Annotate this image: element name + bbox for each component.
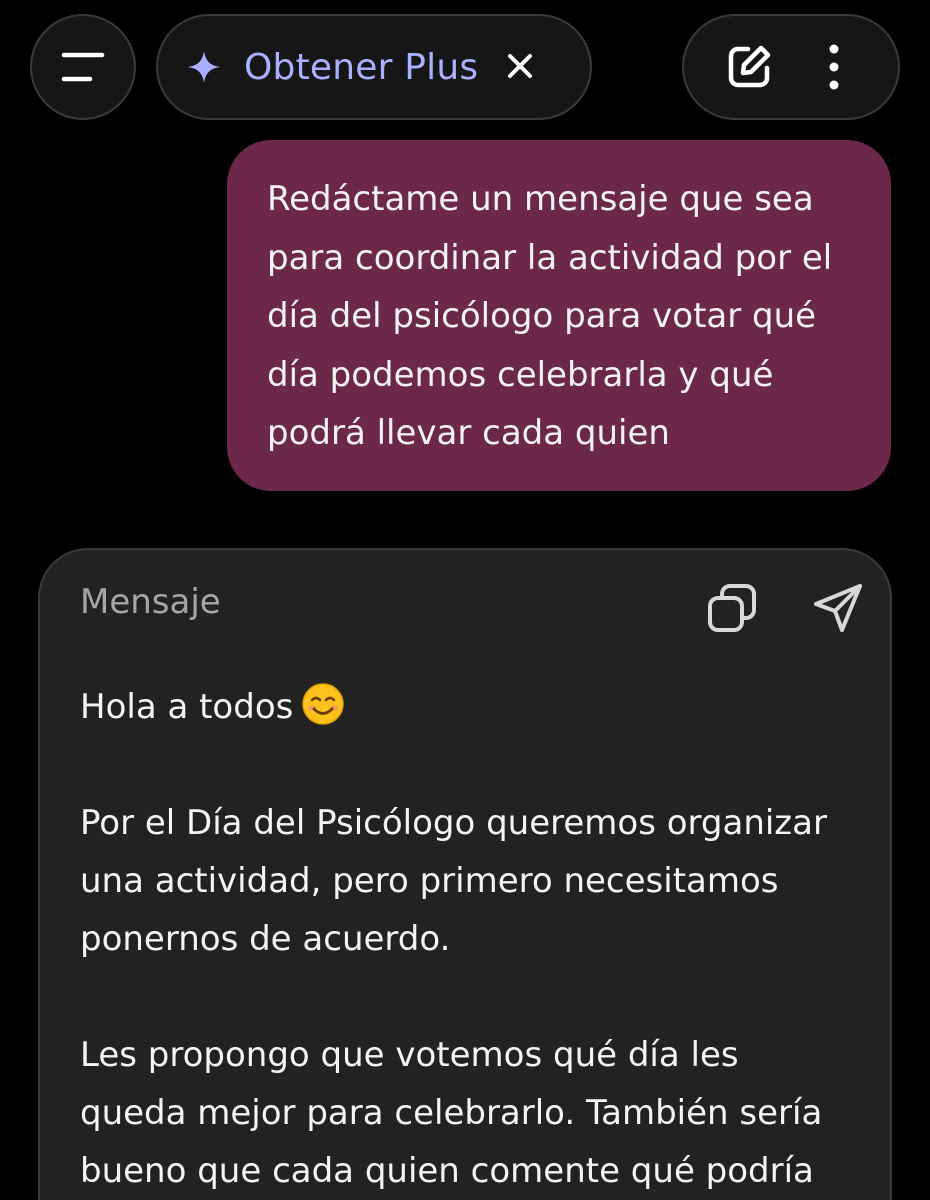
more-vertical-icon [829,44,838,90]
user-message-bubble: Redáctame un mensaje que sea para coordi… [227,140,891,491]
copy-icon[interactable] [704,580,760,636]
message-paragraph: Les propongo que votemos qué día les que… [80,1035,823,1191]
message-draft-card: Mensaje Hola a todos Por el Día del Psic… [38,548,892,1200]
menu-icon [61,52,105,82]
chat-screen: Obtener Plus Redáctame un mensaje que se… [0,0,930,1200]
greeting-text: Hola a todos [80,687,294,727]
smiling-face-emoji [302,683,345,725]
card-title: Mensaje [80,582,221,622]
user-message-text: Redáctame un mensaje que sea para coordi… [267,179,833,453]
message-greeting: Hola a todos [80,678,860,736]
get-plus-label: Obtener Plus [244,46,479,88]
menu-button[interactable] [30,14,136,120]
new-chat-button[interactable] [714,32,784,102]
header-actions [682,14,900,120]
sparkle-icon [188,51,220,83]
new-chat-icon [728,45,770,88]
message-body: Hola a todos Por el Día del Psicólogo qu… [80,678,860,1200]
message-paragraph: Por el Día del Psicólogo queremos organi… [80,803,827,959]
send-icon[interactable] [810,580,866,636]
get-plus-banner[interactable]: Obtener Plus [156,14,592,120]
more-options-button[interactable] [799,32,869,102]
close-icon[interactable] [500,46,540,86]
